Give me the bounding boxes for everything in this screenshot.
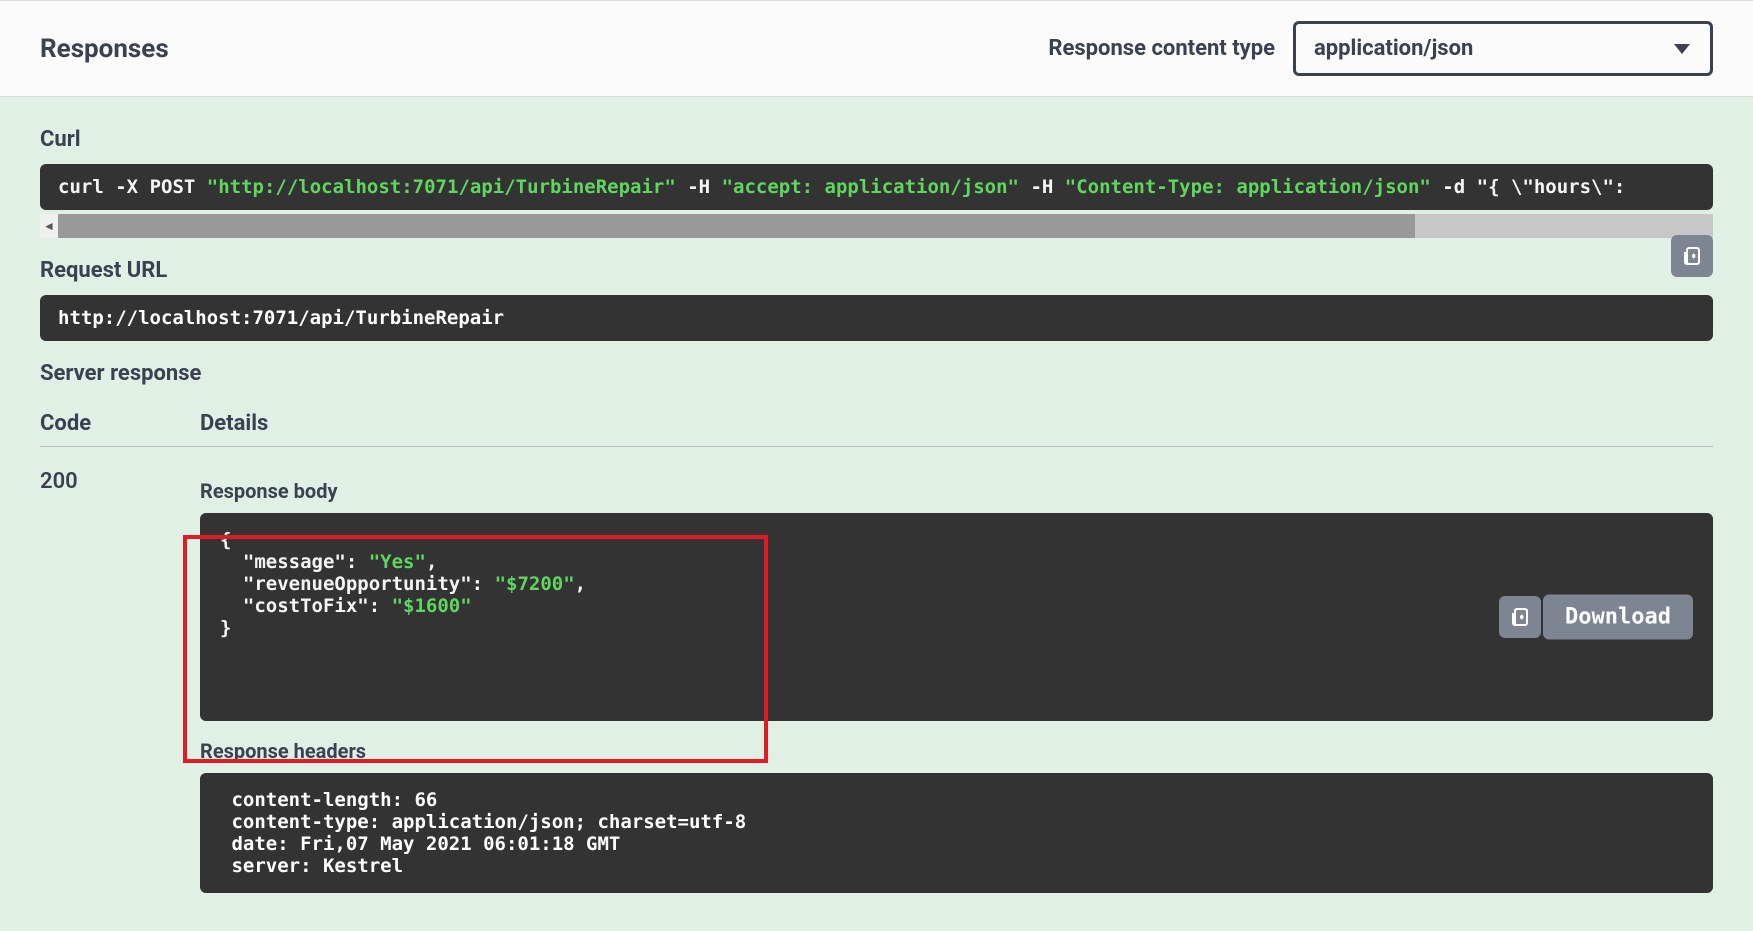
rb-open: {: [220, 529, 231, 551]
copy-curl-button[interactable]: [1671, 235, 1713, 277]
curl-cmd: curl: [58, 176, 104, 198]
rb-msg-colon: :: [346, 551, 369, 573]
rb-rev-colon: :: [472, 573, 495, 595]
response-headers-label: Response headers: [200, 739, 1713, 763]
rb-cost-colon: :: [369, 595, 392, 617]
rb-rev-val: "$7200": [495, 573, 575, 595]
status-code: 200: [40, 469, 200, 893]
content-type-label: Response content type: [1048, 36, 1275, 61]
content-type-value: application/json: [1314, 36, 1473, 61]
rb-rev-comma: ,: [575, 573, 586, 595]
response-details: Response body { "message": "Yes", "reven…: [200, 469, 1713, 893]
response-table-head: Code Details: [40, 411, 1713, 447]
rb-msg-val: "Yes": [369, 551, 426, 573]
curl-method: POST: [150, 176, 196, 198]
responses-header: Responses Response content type applicat…: [0, 0, 1753, 97]
scroll-left-arrow-icon[interactable]: ◄: [40, 214, 58, 238]
rb-cost-val: "$1600": [392, 595, 472, 617]
server-response-label: Server response: [40, 361, 1713, 386]
rb-cost-key: "costToFix": [220, 595, 369, 617]
scroll-track[interactable]: [58, 214, 1713, 238]
response-body-label: Response body: [200, 479, 1713, 503]
copy-response-body-button[interactable]: [1499, 596, 1541, 638]
response-body-block: { "message": "Yes", "revenueOpportunity"…: [200, 513, 1713, 721]
request-url-value: http://localhost:7071/api/TurbineRepair: [58, 307, 504, 329]
rb-rev-key: "revenueOpportunity": [220, 573, 472, 595]
scroll-thumb[interactable]: [58, 214, 1415, 238]
responses-title: Responses: [40, 34, 169, 64]
request-url-label: Request URL: [40, 258, 1713, 283]
curl-accept: "accept: application/json": [722, 176, 1019, 198]
col-code-header: Code: [40, 411, 200, 436]
rb-close: }: [220, 617, 231, 639]
curl-flag-d: -d: [1442, 176, 1465, 198]
curl-scrollbar[interactable]: ◄: [40, 214, 1713, 238]
download-button[interactable]: Download: [1543, 595, 1693, 640]
col-details-header: Details: [200, 411, 268, 436]
curl-ctype: "Content-Type: application/json": [1065, 176, 1431, 198]
response-headers-block: content-length: 66 content-type: applica…: [200, 773, 1713, 893]
request-url-block: http://localhost:7071/api/TurbineRepair: [40, 295, 1713, 341]
curl-code-block: curl -X POST "http://localhost:7071/api/…: [40, 164, 1713, 210]
curl-label: Curl: [40, 127, 1713, 152]
curl-url: "http://localhost:7071/api/TurbineRepair…: [207, 176, 676, 198]
curl-body: "{ \"hours\":: [1477, 176, 1626, 198]
main-section: Curl curl -X POST "http://localhost:7071…: [0, 127, 1753, 893]
clipboard-icon: [1680, 244, 1704, 268]
rb-msg-key: "message": [220, 551, 346, 573]
curl-flag-x: -X: [115, 176, 138, 198]
curl-flag-h2: -H: [1030, 176, 1053, 198]
curl-flag-h1: -H: [687, 176, 710, 198]
content-type-select[interactable]: application/json: [1293, 21, 1713, 76]
clipboard-icon: [1508, 605, 1532, 629]
response-row: 200 Response body { "message": "Yes", "r…: [40, 447, 1713, 893]
rb-msg-comma: ,: [426, 551, 437, 573]
content-type-wrap: Response content type application/json: [1048, 21, 1713, 76]
